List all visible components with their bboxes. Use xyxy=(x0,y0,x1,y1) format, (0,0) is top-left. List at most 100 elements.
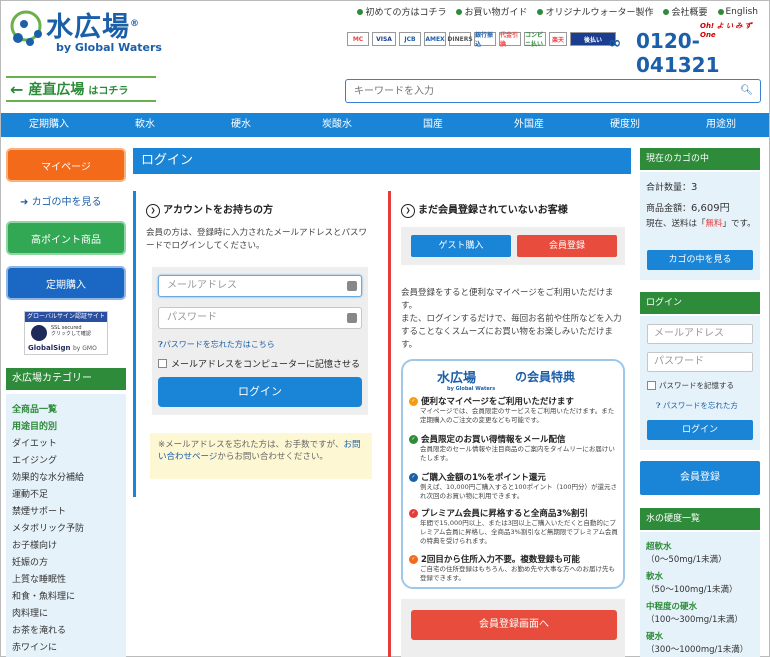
nav-item-subscription[interactable]: 定期購入 xyxy=(1,113,97,137)
sanchoku-suffix: はコチラ xyxy=(88,85,129,97)
view-cart-link[interactable]: ➜ カゴの中を見る xyxy=(20,193,102,208)
nav-item-imported[interactable]: 外国産 xyxy=(481,113,577,137)
category-heading: 水広場カテゴリー xyxy=(6,368,126,390)
nav-item-by-hardness[interactable]: 硬度別 xyxy=(577,113,673,137)
sanchoku-banner[interactable]: ← 産直広場 はコチラ xyxy=(6,76,156,102)
login-form: メールアドレス パスワード ❓︎パスワードを忘れた方はこちら メールアドレスをコ… xyxy=(152,267,368,415)
payment-card-mastercard: MC xyxy=(347,32,369,46)
hardness-name[interactable]: 超軟水 xyxy=(646,540,672,552)
payment-convenience: コンビニ払い xyxy=(524,32,546,48)
view-cart-button[interactable]: カゴの中を見る xyxy=(647,250,753,270)
question-icon: ❓︎ xyxy=(656,401,663,410)
top-link-original-water[interactable]: オリジナルウォーター製作 xyxy=(537,5,653,18)
subscription-button[interactable]: 定期購入 xyxy=(6,266,126,300)
hardness-name[interactable]: 中程度の硬水 xyxy=(646,600,697,612)
category-list: 全商品一覧 用途目的別 ダイエット エイジング 効果的な水分補給 運動不足 禁煙… xyxy=(6,394,126,657)
checkbox-icon[interactable] xyxy=(158,359,167,368)
account-description: 会員の方は、登録時に入力されたメールアドレスとパスワードでログインしてください。 xyxy=(146,228,368,251)
remember-email-checkbox[interactable]: メールアドレスをコンピューターに記憶させる xyxy=(158,357,360,370)
payment-card-jcb: JCB xyxy=(399,32,421,46)
sidebar-login-form: メールアドレス パスワード パスワードを記憶する ❓︎ パスワードを忘れた方 ロ… xyxy=(640,316,760,450)
sidebar-remember-checkbox[interactable]: パスワードを記憶する xyxy=(647,380,734,391)
cart-heading: 現在のカゴの中 xyxy=(640,148,760,170)
water-drop-logo-icon xyxy=(10,10,42,46)
sidebar-login-heading: ログイン xyxy=(640,292,760,314)
category-item[interactable]: お子様向け xyxy=(12,538,57,551)
cart-count: 合計数量：3 xyxy=(646,182,698,193)
sidebar-register-button[interactable]: 会員登録 xyxy=(640,461,760,495)
nav-item-domestic[interactable]: 国産 xyxy=(385,113,481,137)
category-item[interactable]: 全商品一覧 xyxy=(12,402,57,415)
globalsign-badge[interactable]: グローバルサイン認証サイト SSL secured クリックして確認 Global… xyxy=(24,311,108,355)
sidebar-password-field[interactable]: パスワード xyxy=(647,352,753,372)
nav-item-hard-water[interactable]: 硬水 xyxy=(193,113,289,137)
nav-item-sparkling[interactable]: 炭酸水 xyxy=(289,113,385,137)
guest-purchase-button[interactable]: ゲスト購入 xyxy=(411,235,511,257)
check-icon: ✓ xyxy=(409,434,418,444)
search-box: 🔍︎ xyxy=(345,79,761,103)
benefit-item: ✓ 便利なマイページをご利用いただけます マイページでは、会員限定のサービスをご利… xyxy=(409,395,619,425)
category-item[interactable]: 妊娠の方 xyxy=(12,555,48,568)
payment-methods: MC VISA JCB AMEX DINERS 銀行振込 代金引換 コンビニ払い… xyxy=(347,32,616,48)
hardness-heading: 水の硬度一覧 xyxy=(640,508,760,530)
category-item[interactable]: エイジング xyxy=(12,453,57,466)
top-link-company[interactable]: 会社概要 xyxy=(663,5,708,18)
nav-item-by-purpose[interactable]: 用途別 xyxy=(673,113,769,137)
register-button[interactable]: 会員登録 xyxy=(517,235,617,257)
top-link-first-time[interactable]: 初めての方はコチラ xyxy=(357,5,446,18)
category-item[interactable]: 禁煙サポート xyxy=(12,504,66,517)
sidebar-login-button[interactable]: ログイン xyxy=(647,420,753,440)
payment-bank: 銀行振込 xyxy=(474,32,496,48)
check-icon: ✓ xyxy=(409,472,418,482)
category-item[interactable]: メタボリック予防 xyxy=(12,521,84,534)
hardness-list: 超軟水 （0〜50mg/1未満） 軟水 （50〜100mg/1未満） 中程度の硬… xyxy=(640,532,760,657)
high-point-products-button[interactable]: 高ポイント商品 xyxy=(6,221,126,255)
mypage-button[interactable]: マイページ xyxy=(6,148,126,182)
sidebar-email-field[interactable]: メールアドレス xyxy=(647,324,753,344)
category-item[interactable]: 運動不足 xyxy=(12,487,48,500)
sanchoku-title: 産直広場 xyxy=(28,82,85,98)
payment-card-visa: VISA xyxy=(372,32,396,46)
category-item[interactable]: 和食・魚料理に xyxy=(12,589,75,602)
hardness-name[interactable]: 軟水 xyxy=(646,570,663,582)
register-panel: まだ会員登録されていないお客様 ゲスト購入 会員登録 会員登録をすると便利なマイ… xyxy=(388,191,632,657)
bullet-icon xyxy=(537,8,544,15)
phone-number[interactable]: 0120-041321 xyxy=(636,29,760,77)
register-description: 会員登録をすると便利なマイページをご利用いただけます。 また、ログインするだけで、… xyxy=(401,288,622,350)
top-link-english[interactable]: English xyxy=(717,5,758,18)
checkbox-icon[interactable] xyxy=(647,381,656,390)
member-benefits: 水広場 by Global Waters の会員特典 ✓ 便利なマイページをご利用い… xyxy=(401,359,625,589)
category-item[interactable]: 赤ワインに xyxy=(12,640,57,653)
benefit-item: ✓ プレミアム会員に昇格すると全商品3%割引 年間で15,000円以上、または3回… xyxy=(409,507,619,546)
login-button[interactable]: ログイン xyxy=(158,377,362,407)
sidebar-forgot-link[interactable]: ❓︎ パスワードを忘れた方 xyxy=(656,400,738,411)
category-item[interactable]: 肉料理に xyxy=(12,606,48,619)
category-item[interactable]: お茶を淹れる xyxy=(12,623,66,636)
nav-item-soft-water[interactable]: 軟水 xyxy=(97,113,193,137)
password-field[interactable]: パスワード xyxy=(158,307,362,329)
search-icon[interactable]: 🔍︎ xyxy=(740,85,753,96)
benefit-item: ✓ 会員限定のお買い得情報をメール配信 会員限定のセール情報や注目商品のご案内をタ… xyxy=(409,433,619,463)
check-icon: ✓ xyxy=(409,396,418,406)
register-page-button[interactable]: 会員登録画面へ xyxy=(411,610,617,640)
forgot-password-link[interactable]: ❓︎パスワードを忘れた方はこちら xyxy=(158,339,275,350)
key-icon xyxy=(347,313,357,323)
main-nav: 定期購入 軟水 硬水 炭酸水 国産 外国産 硬度別 用途別 xyxy=(1,113,769,137)
category-item[interactable]: ダイエット xyxy=(12,436,57,449)
category-item[interactable]: 上質な睡眠性 xyxy=(12,572,66,585)
category-item[interactable]: 用途目的別 xyxy=(12,419,57,432)
account-login-panel: アカウントをお持ちの方 会員の方は、登録時に入力されたメールアドレスとパスワード… xyxy=(133,191,379,497)
payment-card-amex: AMEX xyxy=(424,32,446,46)
cart-shipping: 現在、送料は「無料」です。 xyxy=(646,219,756,229)
top-link-guide[interactable]: お買い物ガイド xyxy=(456,5,527,18)
hardness-name[interactable]: 硬水 xyxy=(646,630,663,642)
email-field[interactable]: メールアドレス xyxy=(158,275,362,297)
key-icon xyxy=(347,281,357,291)
check-icon: ✓ xyxy=(409,554,418,564)
forgot-email-note: ※メールアドレスを忘れた方は、お手数ですが、お問い合わせページからお問い合わせく… xyxy=(150,433,372,479)
page-title: ログイン xyxy=(133,148,631,174)
cart-summary: 合計数量：3 商品金額：6,609円 現在、送料は「無料」です。 カゴの中を見る xyxy=(640,172,760,280)
category-item[interactable]: 効果的な水分補給 xyxy=(12,470,84,483)
cart-amount: 商品金額：6,609円 xyxy=(646,203,730,214)
search-input[interactable] xyxy=(346,80,726,102)
